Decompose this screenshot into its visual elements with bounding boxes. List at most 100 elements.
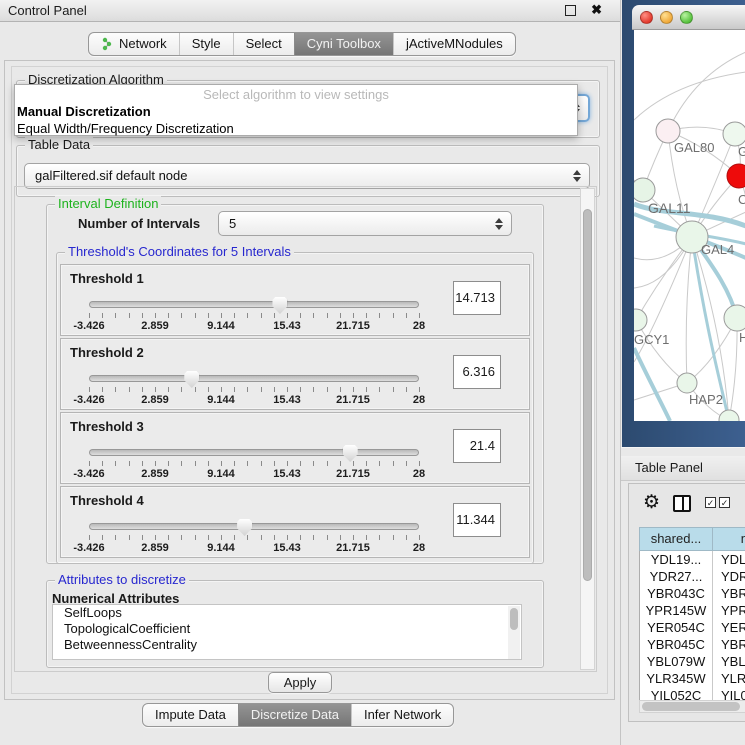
dropdown-item-manual-discretization[interactable]: Manual Discretization (15, 103, 577, 120)
table-row[interactable]: YPR145WYPR1 (640, 602, 745, 619)
list-item[interactable]: BetweennessCentrality (53, 637, 521, 653)
tab-label: Network (119, 33, 167, 55)
table-row[interactable]: YBR045CYBR0 (640, 636, 745, 653)
tick-label: 28 (413, 320, 425, 332)
table-cell[interactable]: YDR2 (713, 568, 745, 585)
tab-cyni-toolbox[interactable]: Cyni Toolbox (294, 33, 393, 55)
tick-label: 9.144 (207, 394, 235, 406)
table-cell[interactable]: YBR0 (713, 585, 745, 602)
tab-infer-network[interactable]: Infer Network (351, 704, 453, 726)
gear-icon[interactable]: ⚙ (643, 492, 660, 514)
list-item[interactable]: SelfLoops (53, 605, 521, 621)
zoom-traffic-light-icon[interactable] (680, 11, 693, 24)
node-top-right[interactable] (723, 122, 745, 146)
list-item[interactable]: TopologicalCoefficient (53, 621, 521, 637)
column-header-name[interactable]: name (712, 527, 745, 551)
tab-network[interactable]: Network (89, 33, 179, 55)
tab-select[interactable]: Select (233, 33, 294, 55)
checkbox-icon[interactable]: ✓ (705, 497, 716, 508)
table-row[interactable]: YER054CYER0 (640, 619, 745, 636)
column-header-shared-name[interactable]: shared... (639, 527, 712, 551)
network-canvas[interactable]: GAL80 GA C GAL11 GAL4 GCY1 H HAP2 (634, 30, 745, 421)
attributes-scrollbar[interactable] (508, 606, 520, 660)
group-title: Attributes to discretize (55, 572, 189, 587)
network-window-titlebar[interactable] (632, 5, 745, 30)
node-gcy1[interactable] (634, 309, 647, 331)
apply-button[interactable]: Apply (268, 672, 332, 693)
table-cell[interactable]: YER0 (713, 619, 745, 636)
tick-label: -3.426 (73, 468, 104, 480)
tab-impute-data[interactable]: Impute Data (143, 704, 238, 726)
slider-thumb[interactable] (184, 371, 199, 388)
table-horizontal-scrollbar[interactable] (639, 700, 745, 713)
tab-discretize-data[interactable]: Discretize Data (238, 704, 351, 726)
slider-track[interactable] (89, 375, 419, 382)
settings-vertical-scrollbar[interactable] (580, 188, 595, 670)
table-cell[interactable]: YER054C (640, 619, 713, 636)
table-cell[interactable]: YBR043C (640, 585, 713, 602)
threshold-value-field[interactable]: 11.344 (453, 503, 501, 537)
threshold-label: Threshold 4 (70, 493, 144, 508)
table-row[interactable]: YLR345WYLR3 (640, 670, 745, 687)
threshold-value-field[interactable]: 6.316 (453, 355, 501, 389)
tab-style[interactable]: Style (179, 33, 233, 55)
table-row[interactable]: YBL079WYBL0 (640, 653, 745, 670)
dropdown-item-equal-width-frequency[interactable]: Equal Width/Frequency Discretization (15, 120, 577, 137)
slider-thumb[interactable] (272, 297, 287, 314)
threshold-3-panel: Threshold 3 -3.4262.8599.14415.4321.7152… (60, 412, 530, 484)
float-window-icon[interactable] (565, 5, 576, 16)
slider-ticks (89, 313, 419, 319)
table-cell[interactable]: YPR1 (713, 602, 745, 619)
tab-label: Impute Data (155, 704, 226, 726)
slider-track[interactable] (89, 523, 419, 530)
table-cell[interactable]: YBR0 (713, 636, 745, 653)
table-cell[interactable]: YBL0 (713, 653, 745, 670)
table-cell[interactable]: YLR3 (713, 670, 745, 687)
tab-jactivemnodules[interactable]: jActiveMNodules (393, 33, 515, 55)
node-h[interactable] (724, 305, 745, 331)
node-bottom[interactable] (719, 410, 739, 421)
slider-tick-labels: -3.4262.8599.14415.4321.71528 (89, 542, 419, 554)
table-cell[interactable]: YDL1 (713, 551, 745, 568)
slider-thumb[interactable] (343, 445, 358, 462)
scrollbar-thumb[interactable] (642, 702, 740, 711)
slider-track[interactable] (89, 301, 419, 308)
table-cell[interactable]: YLR345W (640, 670, 713, 687)
minimize-traffic-light-icon[interactable] (660, 11, 673, 24)
node-label-h-partial: H (739, 330, 745, 345)
panel-splitter[interactable] (621, 447, 745, 456)
threshold-2-panel: Threshold 2 -3.4262.8599.14415.4321.7152… (60, 338, 530, 410)
table-cell[interactable]: YBR045C (640, 636, 713, 653)
slider-thumb[interactable] (237, 519, 252, 536)
slider-track[interactable] (89, 449, 419, 456)
table-panel-title: Table Panel (635, 460, 703, 475)
tick-label: 2.859 (141, 394, 169, 406)
node-gal11[interactable] (634, 178, 655, 202)
table-cell[interactable]: YDL19... (640, 551, 713, 568)
table-cell[interactable]: YPR145W (640, 602, 713, 619)
table-row[interactable]: YBR043CYBR0 (640, 585, 745, 602)
threshold-value-field[interactable]: 14.713 (453, 281, 501, 315)
tick-label: 2.859 (141, 468, 169, 480)
tick-label: 9.144 (207, 320, 235, 332)
close-traffic-light-icon[interactable] (640, 11, 653, 24)
table-cell[interactable]: YBL079W (640, 653, 713, 670)
node-hap2[interactable] (677, 373, 697, 393)
group-title: Threshold's Coordinates for 5 Intervals (65, 244, 294, 259)
table-header: shared... name (639, 527, 745, 551)
tick-label: 28 (413, 468, 425, 480)
node-label-gal11: GAL11 (648, 200, 691, 216)
columns-icon[interactable] (673, 495, 691, 512)
scrollbar-thumb[interactable] (583, 209, 592, 581)
table-row[interactable]: YDL19...YDL1 (640, 551, 745, 568)
threshold-value-field[interactable]: 21.4 (453, 429, 501, 463)
table-cell[interactable]: YDR27... (640, 568, 713, 585)
numerical-attributes-list[interactable]: SelfLoopsTopologicalCoefficientBetweenne… (52, 604, 522, 660)
num-intervals-combobox[interactable]: 5 (218, 211, 512, 236)
table-row[interactable]: YDR27...YDR2 (640, 568, 745, 585)
tab-label: Select (246, 33, 282, 55)
dropdown-hint-item[interactable]: Select algorithm to view settings (15, 86, 577, 103)
combo-arrows-icon (573, 170, 581, 182)
checkbox-icon[interactable]: ✓ (719, 497, 730, 508)
close-icon[interactable]: ✖ (591, 2, 602, 18)
